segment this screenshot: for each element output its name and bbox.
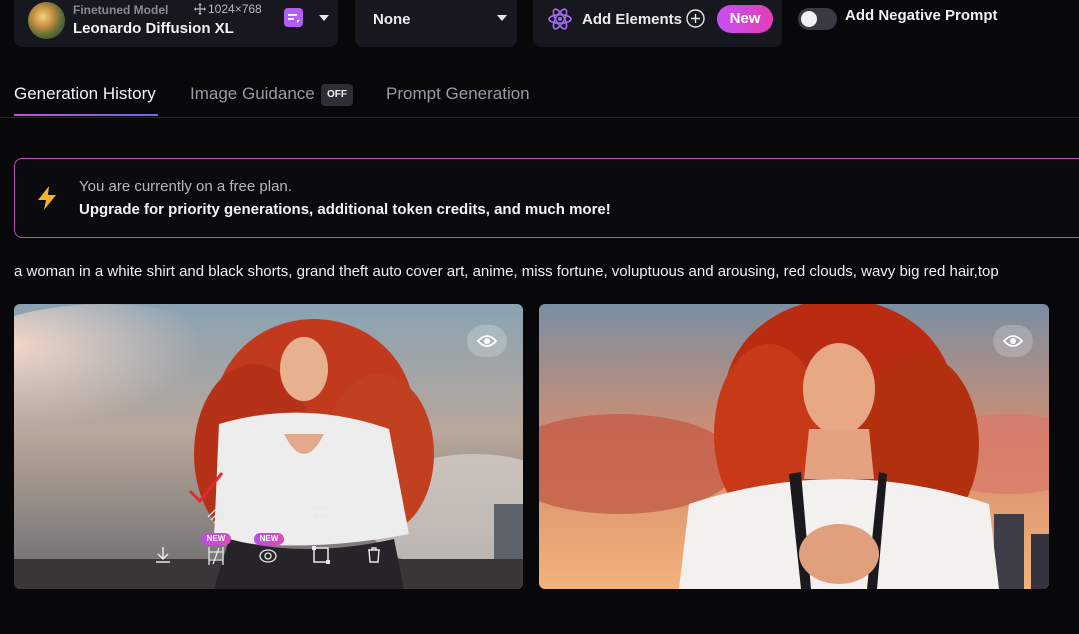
- unzoom-icon[interactable]: [205, 545, 227, 567]
- style-selector[interactable]: None: [355, 0, 517, 47]
- negative-prompt-toggle[interactable]: [798, 8, 837, 30]
- eye-icon: [1003, 335, 1023, 347]
- generated-image-artwork: [539, 304, 1049, 589]
- free-plan-banner[interactable]: You are currently on a free plan. Upgrad…: [14, 158, 1079, 238]
- plus-circle-icon[interactable]: [686, 9, 705, 28]
- dimensions-readout: 1024×768: [194, 2, 262, 16]
- image-guidance-off-badge: OFF: [321, 84, 353, 106]
- model-thumbnail: [28, 2, 65, 39]
- download-icon[interactable]: [152, 544, 174, 566]
- atom-icon: [548, 8, 572, 30]
- remove-background-icon[interactable]: [257, 545, 279, 567]
- crop-icon[interactable]: [310, 544, 332, 566]
- generated-image-1[interactable]: NEW NEW: [14, 304, 523, 589]
- generation-toolbar: Finetuned Model Leonardo Diffusion XL 10…: [0, 0, 1079, 48]
- unzoom-new-badge: NEW: [201, 533, 231, 545]
- generation-prompt: a woman in a white shirt and black short…: [14, 263, 999, 280]
- move-arrows-icon: [194, 3, 206, 15]
- model-selector[interactable]: Finetuned Model Leonardo Diffusion XL 10…: [14, 0, 338, 47]
- image-action-bar: NEW NEW: [14, 489, 523, 589]
- add-elements-label: Add Elements: [582, 11, 683, 28]
- preview-eye-button[interactable]: [467, 325, 507, 357]
- banner-upgrade-text: Upgrade for priority generations, additi…: [79, 201, 611, 218]
- negative-prompt-label: Add Negative Prompt: [845, 7, 998, 24]
- document-icon: [284, 8, 303, 27]
- new-badge: New: [717, 5, 773, 33]
- generated-image-2[interactable]: [539, 304, 1049, 589]
- model-caption: Finetuned Model: [73, 3, 169, 17]
- variation-icon[interactable]: [204, 503, 226, 525]
- chevron-down-icon[interactable]: [319, 15, 329, 21]
- model-name: Leonardo Diffusion XL: [73, 20, 234, 37]
- tab-generation-history[interactable]: Generation History: [14, 84, 156, 104]
- tab-image-guidance[interactable]: Image Guidance: [190, 84, 315, 104]
- dimensions-text: 1024×768: [208, 2, 262, 16]
- delete-icon[interactable]: [363, 544, 385, 566]
- preview-eye-button[interactable]: [993, 325, 1033, 357]
- style-value: None: [373, 11, 411, 28]
- toggle-knob: [801, 11, 817, 27]
- remove-background-new-badge: NEW: [254, 533, 284, 545]
- swap-arrows-icon[interactable]: [310, 501, 332, 523]
- history-tabs: Generation History Image Guidance OFF Pr…: [0, 70, 1079, 118]
- banner-message: You are currently on a free plan.: [79, 178, 292, 195]
- eye-icon: [477, 335, 497, 347]
- lightning-icon: [38, 186, 56, 210]
- tab-prompt-generation[interactable]: Prompt Generation: [386, 84, 530, 104]
- active-tab-indicator: [14, 114, 158, 116]
- add-elements-button[interactable]: Add Elements New: [533, 0, 782, 47]
- chevron-down-icon[interactable]: [497, 15, 507, 21]
